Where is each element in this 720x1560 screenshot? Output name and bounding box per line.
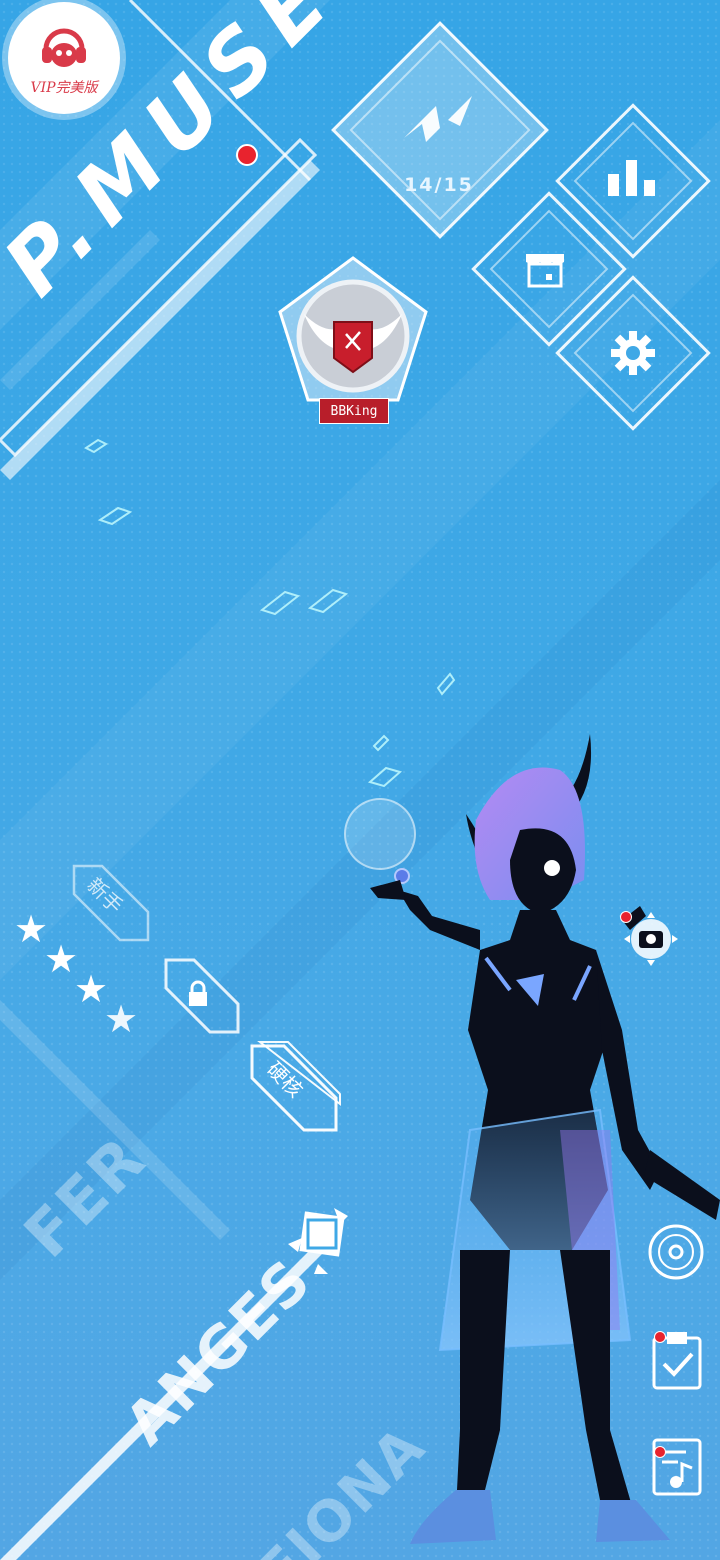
difficulty-star: ★	[104, 997, 139, 1041]
vip-badge[interactable]: VIP完美版	[8, 2, 120, 114]
difficulty-star: ★	[74, 967, 109, 1011]
chart-icon	[608, 160, 655, 196]
lock-icon	[189, 980, 207, 1006]
character-select-marker[interactable]	[284, 1204, 356, 1278]
difficulty-star: ★	[14, 907, 49, 951]
music-sheet-notification-dot	[654, 1446, 666, 1458]
music-sheet-button[interactable]	[648, 1436, 706, 1498]
logo-notification-dot	[236, 144, 258, 166]
vip-label: VIP完美版	[30, 80, 98, 96]
disc-button[interactable]	[646, 1222, 706, 1282]
disc-icon	[648, 1224, 704, 1280]
difficulty-star: ★	[44, 937, 79, 981]
player-emblem[interactable]	[274, 254, 432, 412]
lightning-icon	[404, 96, 472, 142]
tasks-notification-dot	[654, 1331, 666, 1343]
camera-notification-dot	[620, 911, 632, 923]
player-name-tag: BBKing	[319, 398, 389, 424]
stamina-counter: 14/15	[404, 174, 474, 196]
shop-icon	[526, 254, 564, 288]
headphones-mascot-icon	[42, 28, 86, 67]
gear-icon	[611, 331, 655, 375]
game-main-screen: P.MUSE VIP完美版 14/15 BBKing 新手 硬核 ★ ★ ★ ★…	[0, 0, 720, 1560]
music-sheet-icon	[652, 1438, 702, 1496]
